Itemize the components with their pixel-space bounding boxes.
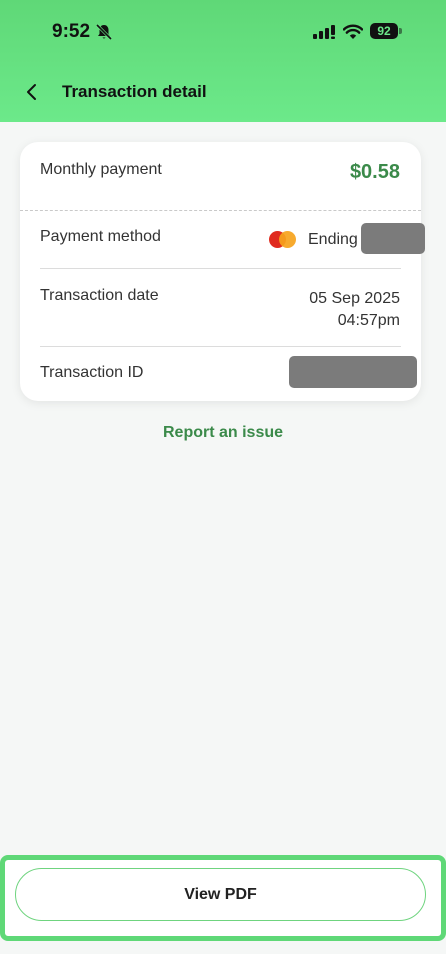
bell-off-icon xyxy=(95,23,113,41)
monthly-payment-value: $0.58 xyxy=(349,161,400,183)
payment-method-label: Payment method xyxy=(40,228,161,245)
battery-icon: 92 xyxy=(370,23,398,39)
page-title: Transaction detail xyxy=(62,82,207,101)
payment-method-value: Ending xyxy=(308,231,358,248)
monthly-payment-label: Monthly payment xyxy=(40,161,162,178)
mastercard-icon xyxy=(269,231,297,249)
signal-icon xyxy=(313,25,335,39)
status-bar: 9:52 92 xyxy=(0,0,446,62)
back-button[interactable] xyxy=(18,78,46,106)
monthly-payment-row: Monthly payment $0.58 xyxy=(20,142,421,210)
transaction-card: Monthly payment $0.58 Payment method End… xyxy=(20,142,425,401)
view-pdf-button[interactable]: View PDF xyxy=(15,868,426,921)
transaction-date-label: Transaction date xyxy=(40,287,159,304)
redacted-card-digits xyxy=(361,223,425,254)
wifi-icon xyxy=(343,24,363,39)
mastercard-orange-circle xyxy=(279,231,296,248)
screen: 9:52 92 Transaction detail Monthly payme… xyxy=(0,0,446,954)
row-divider xyxy=(40,268,401,269)
report-issue-link[interactable]: Report an issue xyxy=(0,424,446,442)
transaction-id-label: Transaction ID xyxy=(40,364,144,381)
transaction-date: 05 Sep 2025 xyxy=(309,290,400,307)
redacted-transaction-id xyxy=(289,356,417,388)
chevron-left-icon xyxy=(27,84,36,100)
status-time: 9:52 xyxy=(52,21,91,42)
transaction-date-value: 05 Sep 2025 04:57pm xyxy=(309,288,400,332)
battery-tip xyxy=(399,28,402,34)
dashed-divider xyxy=(20,210,421,211)
nav-bar: Transaction detail xyxy=(0,70,446,114)
transaction-time: 04:57pm xyxy=(337,312,400,329)
app-header: 9:52 92 Transaction detail xyxy=(0,0,446,122)
row-divider xyxy=(40,346,401,347)
